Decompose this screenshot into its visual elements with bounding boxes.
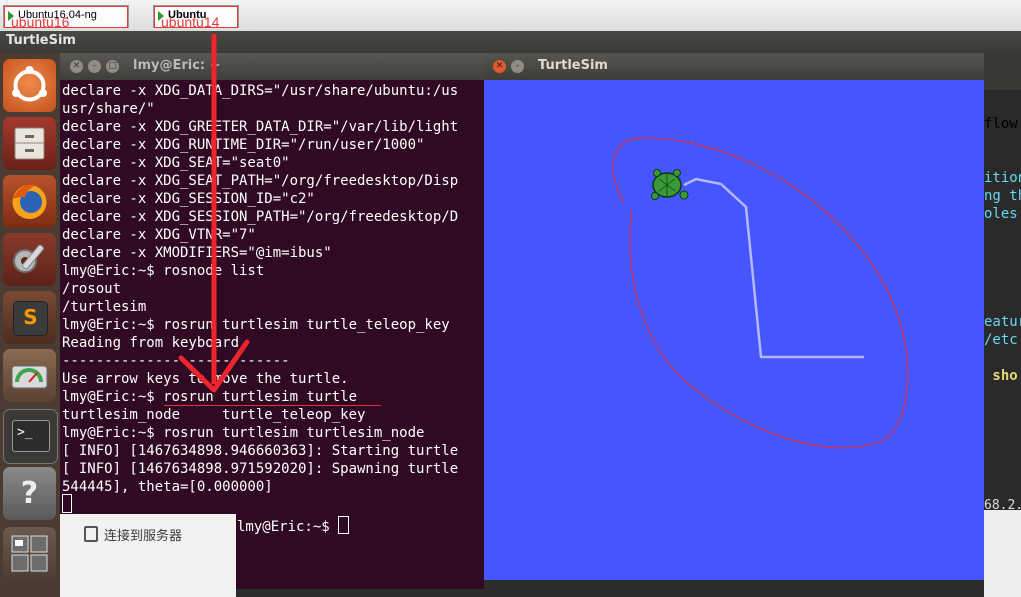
launcher-help-button[interactable]: ?: [3, 467, 56, 520]
server-icon: [84, 526, 98, 542]
active-app-title: TurtleSim: [6, 33, 76, 48]
editor-statusbar: 68.2.: [984, 498, 1021, 597]
terminal-line: declare -x XDG_VTNR="7": [62, 227, 256, 243]
launcher-dash-button[interactable]: [3, 59, 56, 112]
launcher-workspaces-button[interactable]: [3, 527, 56, 580]
command-underline-annotation: [164, 405, 381, 406]
terminal-line: [ INFO] [1467634898.971592020]: Spawning…: [62, 461, 459, 477]
terminal-line: lmy@Eric:~$ rosnode list: [62, 263, 265, 279]
terminal-line: /rosout: [62, 281, 122, 297]
vm-tab-ubuntu16[interactable]: Ubuntu16.04-ng ubuntu16: [3, 5, 129, 29]
annotation-box: [154, 6, 238, 28]
terminal-line: declare -x XMODIFIERS="@im=ibus": [62, 245, 332, 261]
connect-to-server-label: 连接到服务器: [104, 529, 183, 544]
terminal-title: lmy@Eric: ~: [133, 58, 221, 73]
top-panel: TurtleSim: [0, 31, 1021, 53]
terminal-line: Reading from keyboard: [62, 335, 240, 351]
sublime-icon: S: [13, 301, 48, 336]
close-icon[interactable]: ✕: [70, 60, 83, 73]
launcher-terminal-button[interactable]: >_: [3, 409, 58, 464]
ubuntu-logo-icon: [12, 66, 47, 102]
vm-tab-strip: Ubuntu16.04-ng ubuntu16 Ubuntu ubuntu14: [0, 0, 1021, 32]
editor-text: sho: [984, 368, 1018, 384]
terminal-line: usr/share/": [62, 101, 155, 117]
terminal-line: [ INFO] [1467634898.946660363]: Starting…: [62, 443, 459, 459]
turtlesim-titlebar[interactable]: ✕ – TurtleSim: [484, 53, 984, 80]
close-icon[interactable]: ✕: [493, 60, 506, 73]
connect-to-server-item[interactable]: 连接到服务器: [84, 525, 182, 544]
editor-bottom-text: 68.2.: [984, 498, 1021, 513]
editor-text: ition: [984, 170, 1021, 186]
editor-window[interactable]: flow ition ng th oles eatur /etc sho: [984, 90, 1021, 510]
editor-text: ng th: [984, 188, 1021, 204]
turtle-icon: [651, 169, 689, 200]
terminal-line: declare -x XDG_DATA_DIRS="/usr/share/ubu…: [62, 83, 459, 99]
terminal-window-secondary[interactable]: lmy@Eric:~$: [236, 508, 484, 589]
terminal-line: declare -x XDG_SESSION_ID="c2": [62, 191, 315, 207]
terminal-line: lmy@Eric:~$ rosrun turtlesim turtle_tele…: [62, 317, 450, 333]
launcher: S >_ ?: [0, 53, 61, 597]
turtlesim-drawing: [612, 137, 909, 449]
maximize-icon[interactable]: □: [106, 60, 119, 73]
turtlesim-canvas[interactable]: [484, 80, 984, 580]
editor-text: oles: [984, 206, 1018, 222]
firefox-icon: [12, 184, 47, 219]
editor-text: eatur: [984, 314, 1021, 330]
minimize-icon[interactable]: –: [88, 60, 101, 73]
turtlesim-title: TurtleSim: [538, 58, 608, 73]
wrench-icon: [13, 244, 44, 273]
editor-text: flow: [984, 116, 1018, 132]
terminal-prompt: lmy@Eric:~$: [237, 516, 350, 535]
vm-tab-ubuntu14[interactable]: Ubuntu ubuntu14: [153, 5, 239, 29]
launcher-sublime-button[interactable]: S: [3, 291, 56, 344]
editor-header: [984, 53, 1021, 90]
terminal-cursor: [338, 516, 350, 534]
launcher-files-button[interactable]: [3, 117, 56, 170]
terminal-line: declare -x XDG_SEAT="seat0": [62, 155, 290, 171]
terminal-output[interactable]: declare -x XDG_DATA_DIRS="/usr/share/ubu…: [62, 82, 484, 512]
disk-icon: [11, 365, 48, 389]
terminal-line: declare -x XDG_GREETER_DATA_DIR="/var/li…: [62, 119, 459, 135]
terminal-line: declare -x XDG_SESSION_PATH="/org/freede…: [62, 209, 459, 225]
terminal-titlebar[interactable]: ✕ – □ lmy@Eric: ~: [60, 53, 484, 80]
workspace-switcher-icon: [11, 535, 48, 572]
turtlesim-window[interactable]: ✕ – TurtleSim: [484, 53, 984, 580]
sublime-glyph: S: [23, 305, 38, 329]
terminal-line: 544445], theta=[0.000000]: [62, 479, 273, 495]
launcher-firefox-button[interactable]: [3, 175, 56, 228]
terminal-window[interactable]: ✕ – □ lmy@Eric: ~ declare -x XDG_DATA_DI…: [60, 53, 484, 514]
terminal-cursor: [62, 494, 72, 513]
terminal-line: declare -x XDG_RUNTIME_DIR="/run/user/10…: [62, 137, 425, 153]
turtle-trail: [683, 177, 864, 359]
terminal-line: turtlesim_node turtle_teleop_key: [62, 407, 366, 423]
terminal-glyph: >_: [17, 425, 33, 440]
terminal-line: ---------------------------: [62, 353, 290, 369]
launcher-settings-button[interactable]: [3, 233, 56, 286]
file-cabinet-icon: [14, 127, 45, 160]
prompt-text: lmy@Eric:~$: [237, 519, 339, 535]
terminal-line: lmy@Eric:~$ rosrun turtlesim turtle: [62, 389, 358, 405]
terminal-line: declare -x XDG_SEAT_PATH="/org/freedeskt…: [62, 173, 459, 189]
minimize-icon[interactable]: –: [511, 60, 524, 73]
terminal-line: lmy@Eric:~$ rosrun turtlesim turtlesim_n…: [62, 425, 425, 441]
terminal-line: /turtlesim: [62, 299, 147, 315]
terminal-line: Use arrow keys to move the turtle.: [62, 371, 349, 387]
editor-text: /etc: [984, 332, 1018, 348]
launcher-disk-usage-button[interactable]: [3, 349, 56, 402]
help-icon: ?: [20, 476, 39, 511]
terminal-icon: >_: [12, 420, 50, 452]
annotation-box: [4, 6, 128, 28]
